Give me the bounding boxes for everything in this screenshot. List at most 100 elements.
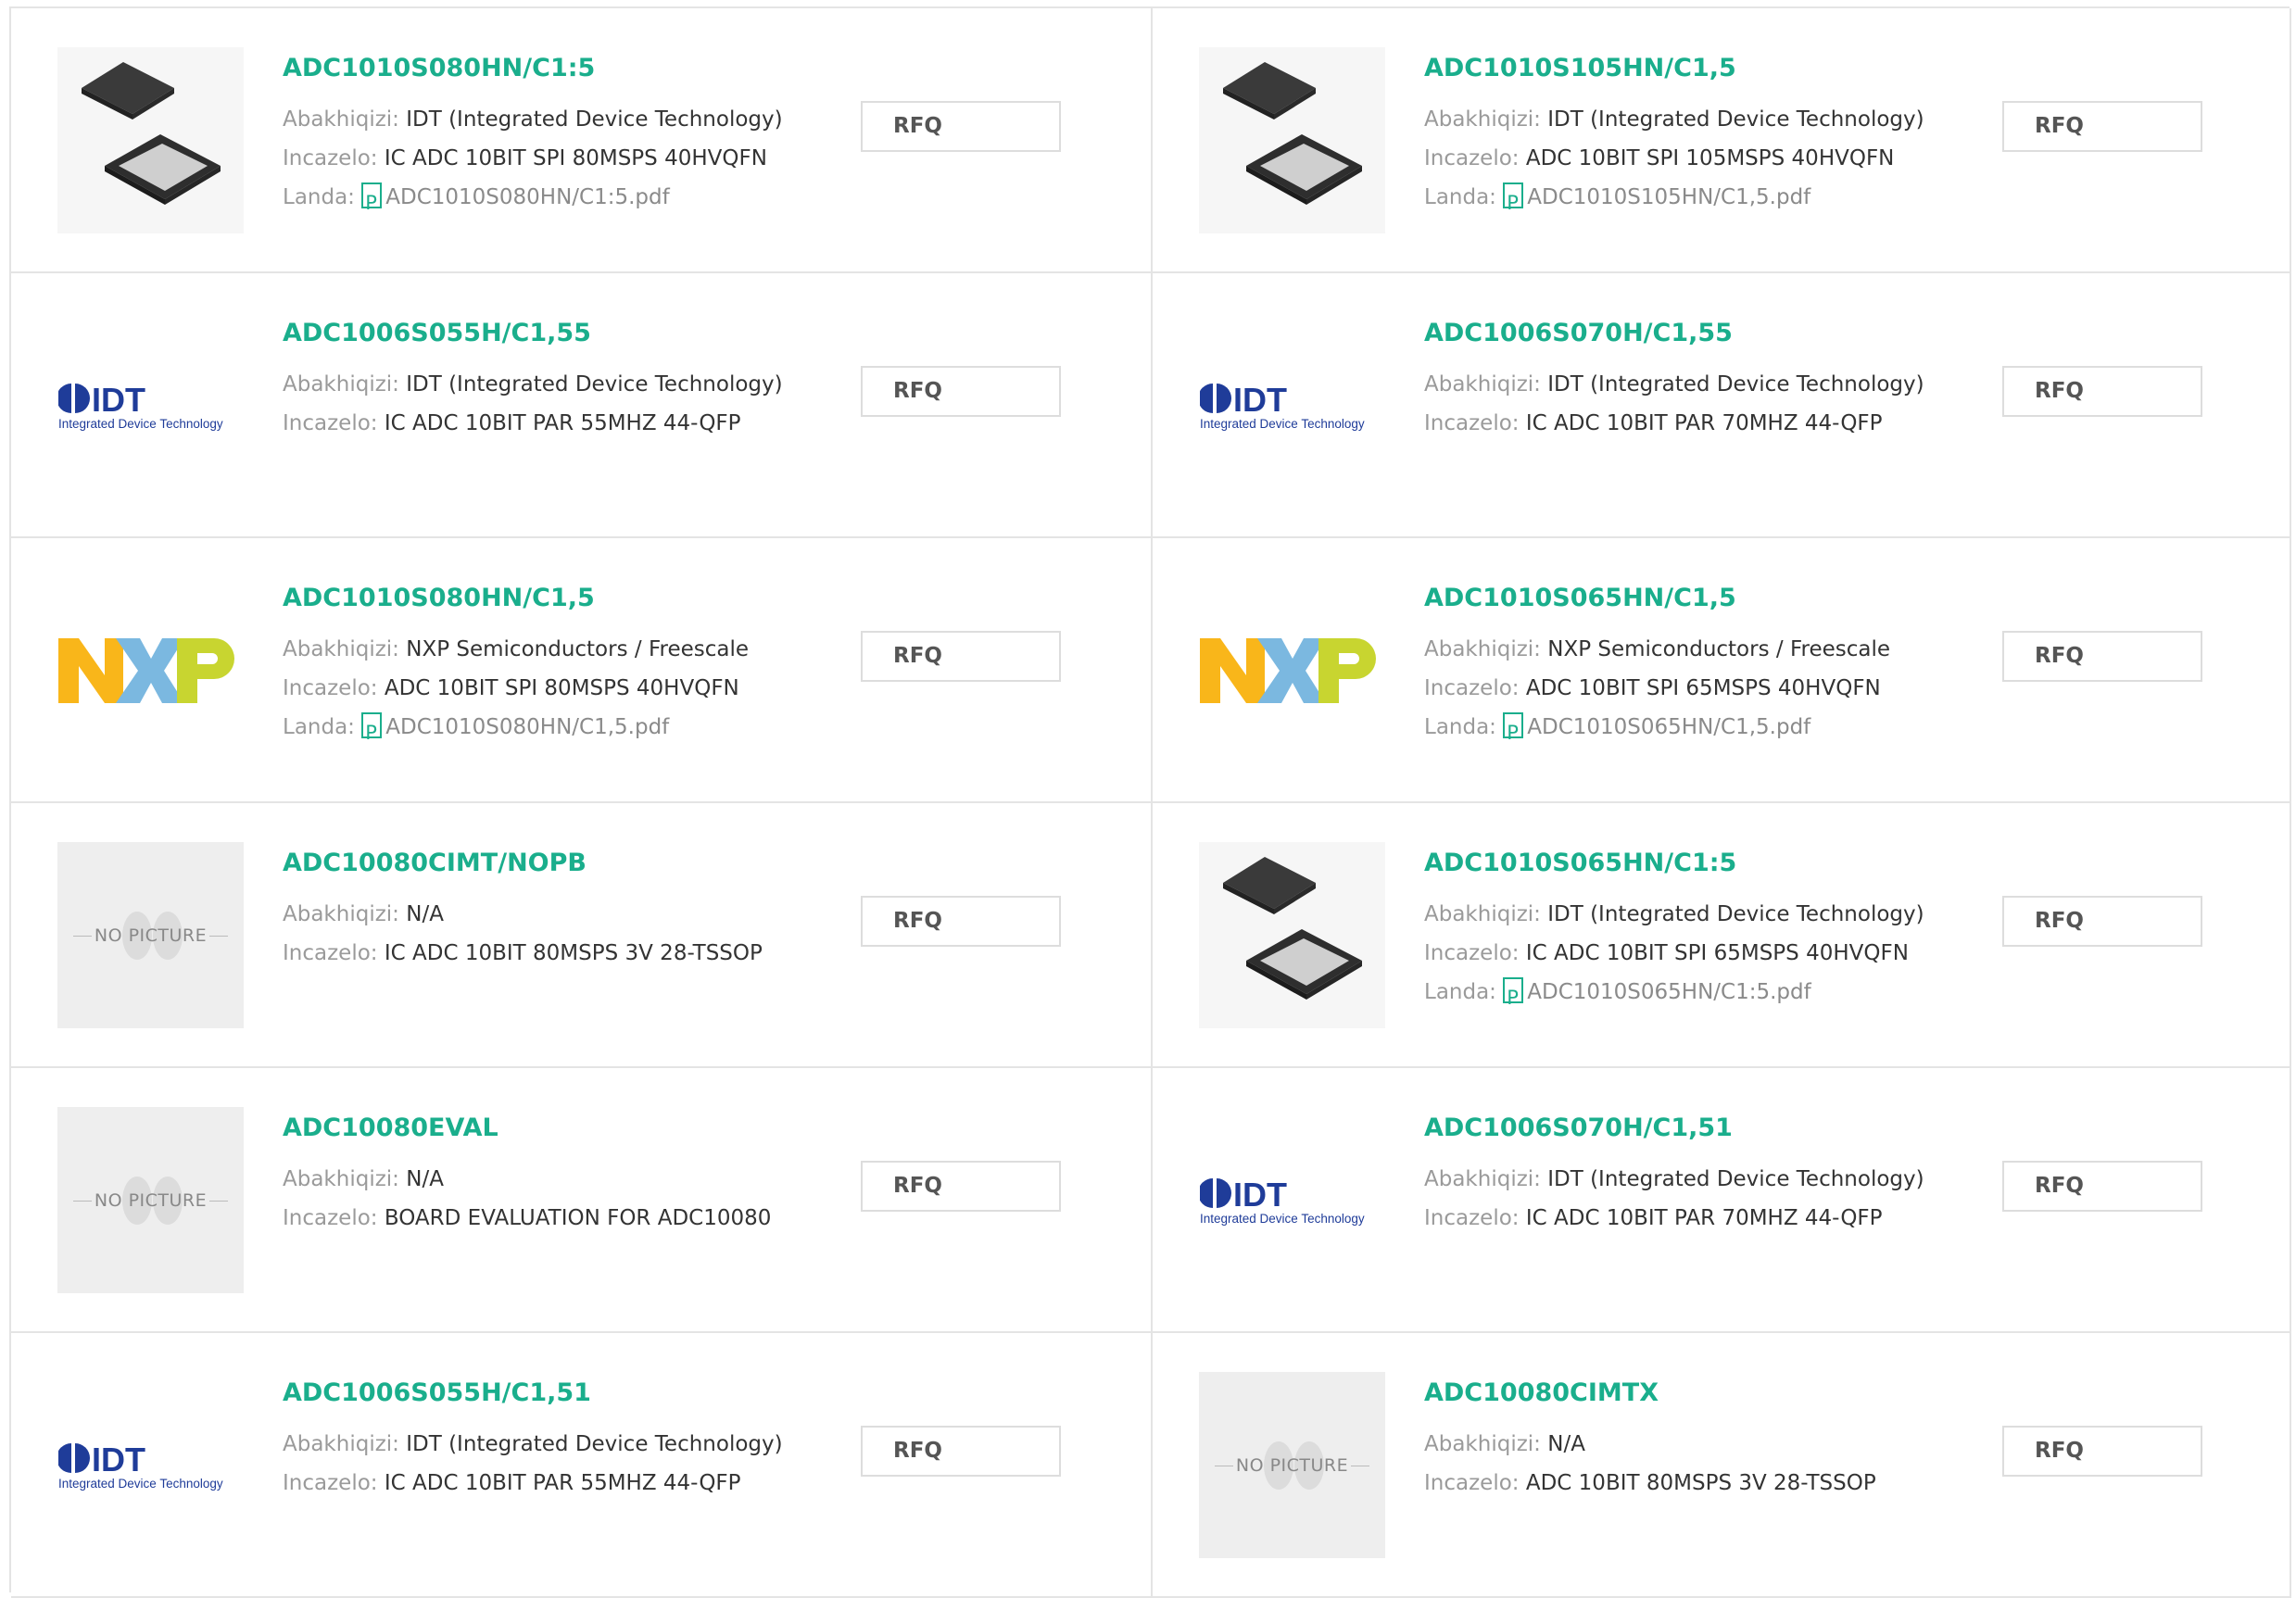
description-row: Incazelo: IC ADC 10BIT PAR 70MHZ 44-QFP (1424, 1199, 1943, 1238)
description-row: Incazelo: IC ADC 10BIT PAR 55MHZ 44-QFP (283, 404, 801, 443)
description-row: Incazelo: IC ADC 10BIT PAR 70MHZ 44-QFP (1424, 404, 1943, 443)
rfq-button[interactable]: RFQ (2002, 366, 2202, 417)
datasheet-link[interactable]: ADC1010S065HN/C1:5.pdf (1527, 980, 1810, 1004)
description-row-label: Incazelo: (1424, 941, 1520, 965)
product-thumbnail[interactable] (57, 577, 244, 763)
part-number-link[interactable]: ADC1010S065HN/C1:5 (1424, 848, 1943, 879)
description-row-label: Incazelo: (283, 146, 378, 170)
manufacturer-row: Abakhiqizi: IDT (Integrated Device Techn… (283, 1425, 801, 1464)
description-row-label: Incazelo: (283, 411, 378, 435)
description-value: IC ADC 10BIT 80MSPS 3V 28-TSSOP (384, 941, 763, 965)
manufacturer-row: Abakhiqizi: IDT (Integrated Device Techn… (283, 100, 801, 139)
datasheet-link[interactable]: ADC1010S105HN/C1,5.pdf (1527, 185, 1810, 209)
manufacturer-row: Abakhiqizi: N/A (283, 895, 801, 934)
pdf-icon[interactable] (361, 182, 383, 222)
manufacturer-row-label: Abakhiqizi: (283, 637, 399, 661)
part-number-link[interactable]: ADC10080CIMT/NOPB (283, 848, 801, 879)
product-thumbnail[interactable]: IDT Integrated Device Technology (57, 312, 244, 498)
idt-logo-subtext: Integrated Device Technology (58, 417, 223, 431)
idt-logo: IDTIntegrated Device Technology (57, 1441, 222, 1491)
part-number-link[interactable]: ADC10080CIMTX (1424, 1378, 1943, 1409)
rfq-button[interactable]: RFQ (861, 366, 1061, 417)
part-number-link[interactable]: ADC1006S070H/C1,51 (1424, 1113, 1943, 1144)
product-card: IDT Integrated Device Technology ADC1006S0… (11, 1333, 1153, 1598)
product-info: ADC1010S065HN/C1,5 Abakhiqizi: NXP Semico… (1424, 583, 1943, 752)
datasheet-link[interactable]: ADC1010S065HN/C1,5.pdf (1527, 715, 1810, 739)
rfq-button[interactable]: RFQ (861, 101, 1061, 152)
product-thumbnail[interactable]: IDT Integrated Device Technology (1199, 312, 1385, 498)
product-info: ADC1010S105HN/C1,5 Abakhiqizi: IDT (Integ… (1424, 53, 1943, 222)
product-info: ADC10080EVAL Abakhiqizi: N/A Incazelo: BOA… (283, 1113, 801, 1238)
chip-image (81, 61, 221, 205)
product-thumbnail[interactable]: IDT Integrated Device Technology (1199, 1107, 1385, 1293)
product-card: ADC1010S065HN/C1,5 Abakhiqizi: NXP Semico… (1153, 538, 2291, 803)
manufacturer-row-label: Abakhiqizi: (1424, 1432, 1541, 1456)
manufacturer-row: Abakhiqizi: IDT (Integrated Device Techn… (1424, 100, 1943, 139)
nxp-logo (57, 637, 234, 703)
rfq-button[interactable]: RFQ (861, 896, 1061, 947)
rfq-button[interactable]: RFQ (2002, 101, 2202, 152)
product-thumbnail[interactable]: NO PICTURE (57, 842, 244, 1028)
product-thumbnail[interactable] (1199, 47, 1385, 233)
datasheet-row: Landa: ADC1010S105HN/C1,5.pdf (1424, 178, 1943, 222)
chip-image (1222, 61, 1362, 205)
idt-logo: IDTIntegrated Device Technology (1199, 1176, 1364, 1226)
pdf-icon[interactable] (1503, 182, 1524, 222)
rfq-button[interactable]: RFQ (861, 631, 1061, 682)
manufacturer-value: NXP Semiconductors / Freescale (406, 637, 750, 661)
part-number-link[interactable]: ADC1010S080HN/C1:5 (283, 53, 801, 84)
part-number-link[interactable]: ADC1006S055H/C1,51 (283, 1378, 801, 1409)
product-card: IDT Integrated Device Technology ADC1006S0… (11, 273, 1153, 538)
manufacturer-row-label: Abakhiqizi: (1424, 107, 1541, 132)
product-thumbnail[interactable] (1199, 842, 1385, 1028)
description-row: Incazelo: ADC 10BIT SPI 80MSPS 40HVQFN (283, 669, 801, 708)
part-number-link[interactable]: ADC1006S055H/C1,55 (283, 318, 801, 349)
pdf-icon[interactable] (1503, 977, 1524, 1017)
rfq-button[interactable]: RFQ (861, 1426, 1061, 1477)
rfq-button[interactable]: RFQ (2002, 1161, 2202, 1212)
description-value: IC ADC 10BIT PAR 55MHZ 44-QFP (384, 411, 741, 435)
product-thumbnail[interactable] (57, 47, 244, 233)
part-number-link[interactable]: ADC1006S070H/C1,55 (1424, 318, 1943, 349)
manufacturer-row-label: Abakhiqizi: (283, 372, 399, 396)
manufacturer-row: Abakhiqizi: IDT (Integrated Device Techn… (1424, 365, 1943, 404)
pdf-icon[interactable] (361, 712, 383, 752)
product-info: ADC1010S080HN/C1:5 Abakhiqizi: IDT (Integ… (283, 53, 801, 222)
manufacturer-value: IDT (Integrated Device Technology) (1547, 372, 1924, 396)
rfq-button[interactable]: RFQ (2002, 1426, 2202, 1477)
manufacturer-row-label: Abakhiqizi: (1424, 372, 1541, 396)
part-number-link[interactable]: ADC1010S105HN/C1,5 (1424, 53, 1943, 84)
product-card: IDT Integrated Device Technology ADC1006S0… (1153, 1068, 2291, 1333)
product-thumbnail[interactable]: NO PICTURE (57, 1107, 244, 1293)
datasheet-link[interactable]: ADC1010S080HN/C1:5.pdf (385, 185, 669, 209)
product-thumbnail[interactable]: NO PICTURE (1199, 1372, 1385, 1558)
description-row-label: Incazelo: (283, 676, 378, 700)
manufacturer-row-label: Abakhiqizi: (1424, 637, 1541, 661)
rfq-button[interactable]: RFQ (2002, 631, 2202, 682)
rfq-button[interactable]: RFQ (2002, 896, 2202, 947)
manufacturer-value: N/A (1547, 1432, 1585, 1456)
part-number-link[interactable]: ADC1010S065HN/C1,5 (1424, 583, 1943, 614)
description-row: Incazelo: IC ADC 10BIT SPI 80MSPS 40HVQF… (283, 139, 801, 178)
product-thumbnail[interactable]: IDT Integrated Device Technology (57, 1372, 244, 1558)
part-number-link[interactable]: ADC10080EVAL (283, 1113, 801, 1144)
idt-logo-subtext: Integrated Device Technology (1200, 417, 1365, 431)
product-thumbnail[interactable] (1199, 577, 1385, 763)
pdf-icon[interactable] (1503, 712, 1524, 752)
description-row-label: Incazelo: (1424, 146, 1520, 170)
rfq-button[interactable]: RFQ (861, 1161, 1061, 1212)
description-value: ADC 10BIT 80MSPS 3V 28-TSSOP (1525, 1471, 1876, 1495)
datasheet-row-label: Landa: (1424, 980, 1496, 1004)
datasheet-row-label: Landa: (283, 185, 355, 209)
manufacturer-value: IDT (Integrated Device Technology) (1547, 107, 1924, 132)
part-number-link[interactable]: ADC1010S080HN/C1,5 (283, 583, 801, 614)
manufacturer-value: IDT (Integrated Device Technology) (1547, 902, 1924, 926)
idt-logo-text: IDT (92, 381, 145, 419)
manufacturer-row-label: Abakhiqizi: (1424, 902, 1541, 926)
manufacturer-value: IDT (Integrated Device Technology) (406, 1432, 783, 1456)
datasheet-link[interactable]: ADC1010S080HN/C1,5.pdf (385, 715, 669, 739)
description-value: IC ADC 10BIT PAR 70MHZ 44-QFP (1525, 411, 1883, 435)
product-info: ADC1006S070H/C1,55 Abakhiqizi: IDT (Integ… (1424, 318, 1943, 443)
datasheet-row: Landa: ADC1010S080HN/C1:5.pdf (283, 178, 801, 222)
description-value: ADC 10BIT SPI 80MSPS 40HVQFN (384, 676, 739, 700)
